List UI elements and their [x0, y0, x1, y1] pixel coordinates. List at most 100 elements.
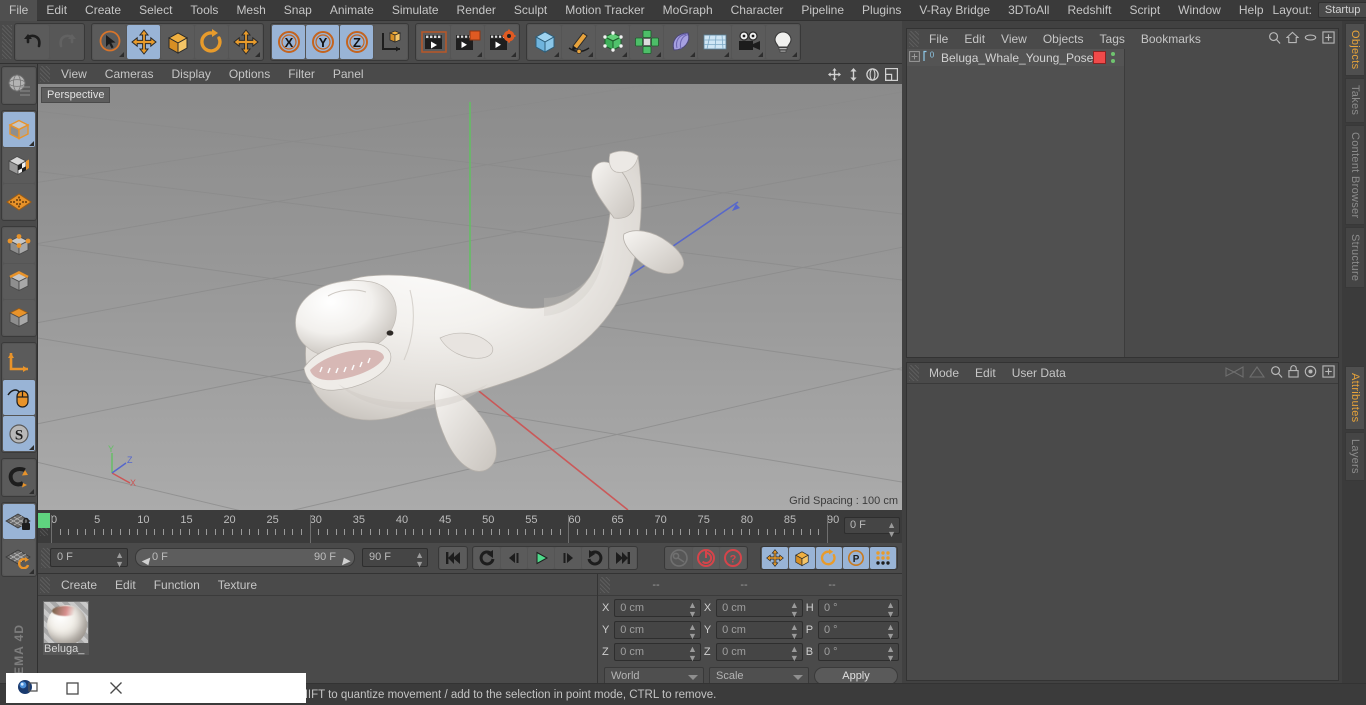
- pos-z-field[interactable]: 0 cm ▲ ▼: [614, 643, 701, 663]
- size-z-field[interactable]: 0 cm ▲ ▼: [716, 643, 803, 663]
- attribute-menu-mode[interactable]: Mode: [921, 363, 967, 383]
- render-settings-button[interactable]: [485, 25, 518, 59]
- parameter-key-button[interactable]: P: [843, 547, 869, 569]
- live-selection-button[interactable]: [93, 25, 126, 59]
- material-menu-function[interactable]: Function: [145, 574, 209, 596]
- render-view-button[interactable]: [417, 25, 450, 59]
- point-level-animation-button[interactable]: [870, 547, 896, 569]
- menu-item-script[interactable]: Script: [1120, 0, 1169, 21]
- spinner-icon[interactable]: ▲ ▼: [887, 521, 896, 539]
- size-x-field[interactable]: 0 cm ▲ ▼: [716, 599, 803, 619]
- preview-range-bar[interactable]: ◀ 0 F 90 F ▶: [135, 548, 355, 567]
- viewport-menu-filter[interactable]: Filter: [279, 64, 324, 84]
- spinner-icon[interactable]: ▲ ▼: [886, 601, 895, 619]
- timeline-ruler[interactable]: 0 5 10 15 20 25 30 35 40 45 50 55 60 65 70 75 80 85 90 0 F…: [38, 510, 902, 543]
- object-manager-grip[interactable]: [909, 31, 919, 47]
- play-button[interactable]: [528, 547, 554, 569]
- forward-nav-icon[interactable]: [1248, 365, 1266, 381]
- menu-item-redshift[interactable]: Redshift: [1058, 0, 1120, 21]
- rotate-icon[interactable]: [864, 66, 880, 82]
- coordinates-grip[interactable]: [600, 576, 610, 593]
- material-menu-texture[interactable]: Texture: [209, 574, 266, 596]
- scale-key-button[interactable]: [789, 547, 815, 569]
- cube-primitive-button[interactable]: [528, 25, 561, 59]
- step-forward-button[interactable]: [555, 547, 581, 569]
- x-axis-button[interactable]: X: [272, 25, 305, 59]
- rot-b-field[interactable]: 0 ° ▲ ▼: [817, 643, 899, 663]
- enable-snapping-button[interactable]: S: [2, 416, 35, 451]
- spinner-icon[interactable]: ▲ ▼: [790, 601, 799, 619]
- viewport-menu-display[interactable]: Display: [162, 64, 219, 84]
- menu-item-sculpt[interactable]: Sculpt: [505, 0, 556, 21]
- object-menu-edit[interactable]: Edit: [956, 29, 993, 49]
- record-keyframe-button[interactable]: [666, 547, 692, 569]
- enable-axis-mode-button[interactable]: [2, 380, 35, 415]
- menu-item-vray-bridge[interactable]: V-Ray Bridge: [910, 0, 999, 21]
- attribute-manager-body[interactable]: [907, 383, 1338, 680]
- plus-box-icon[interactable]: [1322, 31, 1335, 47]
- tab-takes[interactable]: Takes: [1345, 78, 1364, 123]
- loop-forward-button[interactable]: [582, 547, 608, 569]
- autokeying-button[interactable]: [693, 547, 719, 569]
- object-menu-file[interactable]: File: [921, 29, 956, 49]
- scale-tool-button[interactable]: [161, 25, 194, 59]
- free-move-button[interactable]: [229, 25, 262, 59]
- material-menu-edit[interactable]: Edit: [106, 574, 145, 596]
- material-preview[interactable]: [43, 601, 89, 647]
- step-back-button[interactable]: [501, 547, 527, 569]
- spinner-icon[interactable]: ▲ ▼: [886, 623, 895, 641]
- menu-item-character[interactable]: Character: [722, 0, 793, 21]
- menu-item-render[interactable]: Render: [448, 0, 505, 21]
- viewport-grip[interactable]: [40, 66, 50, 82]
- lock-icon[interactable]: [1288, 365, 1299, 381]
- attribute-menu-edit[interactable]: Edit: [967, 363, 1004, 383]
- material-menu-create[interactable]: Create: [52, 574, 106, 596]
- spinner-icon[interactable]: ▲ ▼: [115, 551, 124, 569]
- back-nav-icon[interactable]: [1224, 365, 1244, 381]
- current-frame-field[interactable]: 0 F ▲ ▼: [50, 548, 128, 569]
- timeline-scale[interactable]: 0 5 10 15 20 25 30 35 40 45 50 55 60 65 70 75 80 85 90: [50, 510, 840, 543]
- spinner-icon[interactable]: ▲ ▼: [790, 645, 799, 663]
- object-menu-tags[interactable]: Tags: [1092, 29, 1133, 49]
- dolly-icon[interactable]: [845, 66, 861, 82]
- go-to-end-button[interactable]: [610, 547, 636, 569]
- pan-icon[interactable]: [826, 66, 842, 82]
- texture-mode-button[interactable]: [2, 148, 35, 183]
- menu-item-motion-tracker[interactable]: Motion Tracker: [556, 0, 653, 21]
- rot-h-field[interactable]: 0 ° ▲ ▼: [817, 599, 899, 619]
- lock-workplane-button[interactable]: [2, 504, 35, 539]
- tab-objects[interactable]: Objects: [1345, 23, 1364, 77]
- material-grip[interactable]: [40, 576, 50, 593]
- current-frame-marker[interactable]: [38, 513, 50, 528]
- render-to-picture-viewer-button[interactable]: [451, 25, 484, 59]
- deformer-button[interactable]: [664, 25, 697, 59]
- pos-x-field[interactable]: 0 cm ▲ ▼: [614, 599, 701, 619]
- menu-item-3dtoall[interactable]: 3DToAll: [999, 0, 1058, 21]
- undo-button[interactable]: [16, 25, 49, 59]
- model-mode-button[interactable]: [2, 112, 35, 147]
- edge-mode-button[interactable]: [2, 264, 35, 299]
- spinner-icon[interactable]: ▲ ▼: [415, 551, 424, 569]
- spinner-icon[interactable]: ▲ ▼: [688, 623, 697, 641]
- max-frame-field[interactable]: 90 F ▲ ▼: [362, 548, 428, 569]
- visibility-dots-icon[interactable]: [1111, 52, 1115, 63]
- mograph-array-button[interactable]: [630, 25, 663, 59]
- menu-item-select[interactable]: Select: [130, 0, 181, 21]
- y-axis-button[interactable]: Y: [306, 25, 339, 59]
- object-name[interactable]: Beluga_Whale_Young_Pose: [941, 51, 1093, 65]
- menu-item-pipeline[interactable]: Pipeline: [792, 0, 853, 21]
- material-tag-icon[interactable]: [1093, 51, 1106, 64]
- menu-item-tools[interactable]: Tools: [181, 0, 227, 21]
- tab-layers[interactable]: Layers: [1345, 431, 1364, 481]
- size-y-field[interactable]: 0 cm ▲ ▼: [716, 621, 803, 641]
- menu-item-simulate[interactable]: Simulate: [383, 0, 448, 21]
- rotation-key-button[interactable]: [816, 547, 842, 569]
- attribute-manager-grip[interactable]: [909, 365, 919, 381]
- maximize-viewport-icon[interactable]: [883, 66, 899, 82]
- rotate-tool-button[interactable]: [195, 25, 228, 59]
- object-menu-view[interactable]: View: [993, 29, 1035, 49]
- menu-item-plugins[interactable]: Plugins: [853, 0, 910, 21]
- play-reverse-loop-button[interactable]: [474, 547, 500, 569]
- material-name[interactable]: Beluga_: [43, 643, 89, 655]
- expand-icon[interactable]: [909, 50, 920, 65]
